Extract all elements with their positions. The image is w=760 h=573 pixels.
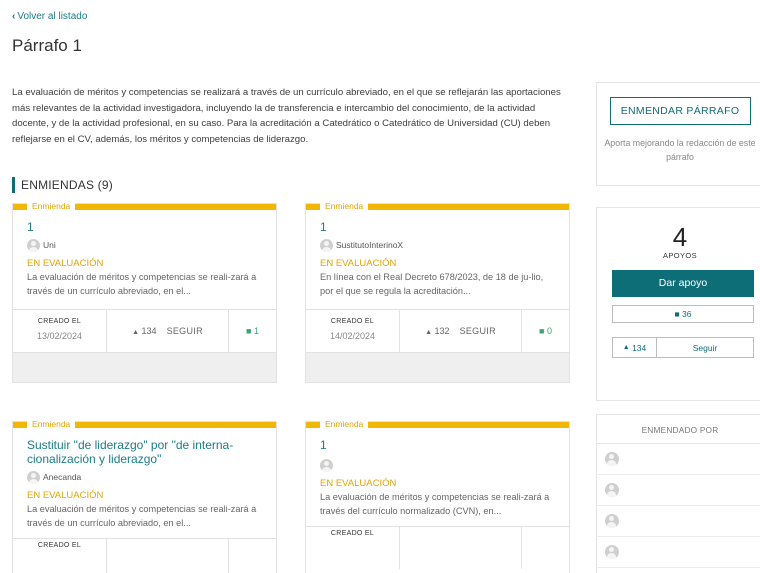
avatar-icon <box>605 514 619 528</box>
created-info: CREADO EL 13/02/2024 <box>13 310 107 352</box>
give-support-button[interactable]: Dar apoyo <box>612 270 754 297</box>
triangle-up-icon: ▲ <box>132 329 140 336</box>
card-bottom-bar <box>13 352 276 382</box>
follow-button[interactable]: Seguir <box>657 338 753 357</box>
amendment-tag: Enmienda <box>320 419 369 430</box>
comments-button[interactable]: ■ 36 <box>612 305 754 323</box>
amendment-card[interactable]: Enmienda 1 Uni EN EVALUACIÓN La evaluaci… <box>12 201 277 383</box>
created-info: CREADO EL <box>13 539 107 573</box>
amendment-author: Uni <box>27 238 262 252</box>
amendment-excerpt: La evaluación de méritos y competencias … <box>27 272 257 296</box>
amended-by-title: ENMENDADO POR <box>597 415 760 444</box>
page-title: Párrafo 1 <box>12 36 82 55</box>
comments-count[interactable]: ■ 0 <box>522 310 569 352</box>
status-label: EN EVALUACIÓN <box>320 478 397 489</box>
created-label: CREADO EL <box>37 542 82 549</box>
amendment-tag: Enmienda <box>27 419 76 430</box>
vote-follow-group: ▲ 134 SEGUIR <box>107 310 229 352</box>
support-box: 4 APOYOS Dar apoyo ■ 36 ▲ 134 Seguir <box>596 207 760 401</box>
avatar-icon <box>605 545 619 559</box>
amendment-author: SustitutoInterinoX <box>320 238 555 252</box>
votes-count[interactable]: ▲ 132 <box>425 326 449 336</box>
amended-by-row[interactable] <box>597 568 760 573</box>
avatar-icon <box>605 483 619 497</box>
triangle-up-icon: ▲ <box>425 329 433 336</box>
avatar-icon <box>605 452 619 466</box>
follow-button[interactable]: SEGUIR <box>460 326 496 336</box>
follow-group: ▲ 134 Seguir <box>612 337 754 358</box>
amendment-tag: Enmienda <box>320 201 369 212</box>
created-label: CREADO EL <box>37 318 82 325</box>
status-label: EN EVALUACIÓN <box>320 258 397 269</box>
amendment-card[interactable]: Enmienda 1 SustitutoInterinoX EN EVALUAC… <box>305 201 570 383</box>
follow-button[interactable]: SEGUIR <box>167 326 203 336</box>
vote-follow-group <box>400 527 522 569</box>
amendment-card[interactable]: Enmienda Sustituir "de liderazgo" por "d… <box>12 419 277 573</box>
amended-by-row[interactable] <box>597 444 760 475</box>
amendment-card[interactable]: Enmienda 1 EN EVALUACIÓN La evaluación d… <box>305 419 570 573</box>
vote-follow-group <box>107 539 229 573</box>
amended-by-box: ENMENDADO POR <box>596 414 760 573</box>
amendment-title[interactable]: 1 <box>320 438 555 452</box>
created-info: CREADO EL 14/02/2024 <box>306 310 400 352</box>
amendment-title[interactable]: 1 <box>320 220 555 234</box>
support-count: 4 <box>672 222 688 252</box>
avatar-icon <box>320 238 333 252</box>
author-name: SustitutoInterinoX <box>336 240 404 250</box>
avatar-icon <box>27 238 40 252</box>
amendment-footer: CREADO EL 14/02/2024 ▲ 132 SEGUIR ■ 0 <box>306 309 569 352</box>
status-label: EN EVALUACIÓN <box>27 258 104 269</box>
comments-count[interactable]: ■ 1 <box>229 310 276 352</box>
amendment-excerpt: La evaluación de méritos y competencias … <box>27 504 257 528</box>
chevron-left-icon: ‹ <box>12 11 16 22</box>
author-name: Uni <box>43 240 56 250</box>
avatar-icon <box>27 470 40 484</box>
amendment-author <box>320 458 555 472</box>
comments-count[interactable] <box>522 527 569 569</box>
amendment-footer: CREADO EL <box>13 538 276 573</box>
created-label: CREADO EL <box>330 530 375 537</box>
amended-by-row[interactable] <box>597 506 760 537</box>
amendment-tag-bar: Enmienda <box>306 201 569 212</box>
comment-icon: ■ <box>246 326 252 336</box>
paragraph-text: La evaluación de méritos y competencias … <box>12 87 561 145</box>
votes-count[interactable]: ▲ 134 <box>132 326 156 336</box>
amended-by-row[interactable] <box>597 475 760 506</box>
vote-follow-group: ▲ 132 SEGUIR <box>400 310 522 352</box>
amendment-title[interactable]: 1 <box>27 220 262 234</box>
amendment-author: Anecanda <box>27 470 262 484</box>
created-label: CREADO EL <box>330 318 375 325</box>
triangle-up-icon: ▲ <box>622 344 630 351</box>
amendment-tag-bar: Enmienda <box>13 201 276 212</box>
card-bottom-bar <box>306 352 569 382</box>
avatar-icon <box>320 458 333 472</box>
amendments-section-title: ENMIENDAS (9) <box>12 177 113 193</box>
created-date: 13/02/2024 <box>36 331 83 341</box>
follow-votes[interactable]: ▲ 134 <box>613 338 657 357</box>
created-date: 14/02/2024 <box>329 331 376 341</box>
comments-count[interactable] <box>229 539 276 573</box>
amendment-tag-bar: Enmienda <box>13 419 276 430</box>
amend-box: ENMENDAR PÁRRAFO Aporta mejorando la red… <box>596 82 760 186</box>
amended-by-row[interactable] <box>597 537 760 568</box>
back-link[interactable]: ‹ Volver al listado <box>12 11 87 22</box>
status-label: EN EVALUACIÓN <box>27 490 104 501</box>
comment-icon: ■ <box>539 326 545 336</box>
support-label: APOYOS <box>662 251 698 260</box>
amendment-tag: Enmienda <box>27 201 76 212</box>
amendment-excerpt: La evaluación de méritos y competencias … <box>320 492 550 516</box>
amendment-tag-bar: Enmienda <box>306 419 569 430</box>
created-info: CREADO EL <box>306 527 400 569</box>
amendment-footer: CREADO EL 13/02/2024 ▲ 134 SEGUIR ■ 1 <box>13 309 276 352</box>
amendment-excerpt: En línea con el Real Decreto 678/2023, d… <box>320 272 544 296</box>
amend-help-text: Aporta mejorando la redacción de este pá… <box>604 138 756 162</box>
amendment-title[interactable]: Sustituir "de liderazgo" por "de interna… <box>27 438 262 466</box>
amend-paragraph-button[interactable]: ENMENDAR PÁRRAFO <box>609 97 751 125</box>
amendment-footer: CREADO EL <box>306 526 569 569</box>
comment-icon: ■ <box>674 309 680 319</box>
author-name: Anecanda <box>43 472 82 482</box>
